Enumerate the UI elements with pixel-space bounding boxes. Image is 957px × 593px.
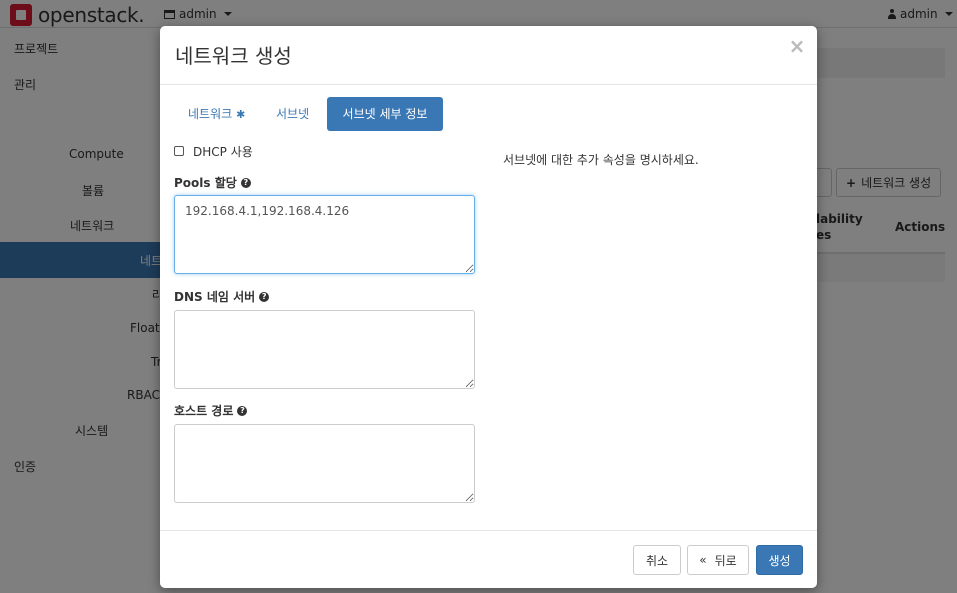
tab-network-label: 네트워크 (188, 107, 233, 121)
tab-network[interactable]: 네트워크 ✱ (174, 97, 259, 131)
host-routes-label: 호스트 경로 ? (174, 402, 248, 419)
dns-textarea[interactable] (174, 310, 475, 389)
modal-footer: 취소 « 뒤로 생성 (160, 530, 817, 588)
tab-subnet-details[interactable]: 서브넷 세부 정보 (327, 97, 443, 131)
back-button-label: 뒤로 (714, 553, 737, 568)
cancel-button-label: 취소 (645, 553, 669, 568)
dns-label: DNS 네임 서버 ? (174, 288, 270, 305)
double-chevron-left-icon: « (699, 553, 707, 567)
host-routes-label-text: 호스트 경로 (174, 404, 234, 418)
tab-subnet-label: 서브넷 (276, 107, 310, 121)
create-button[interactable]: 생성 (756, 545, 803, 575)
pools-textarea[interactable]: 192.168.4.1,192.168.4.126 (174, 195, 475, 274)
create-network-modal: 네트워크 생성 × 네트워크 ✱ 서브넷 서브넷 세부 정보 DHCP 사용 Po… (160, 26, 817, 588)
dns-label-text: DNS 네임 서버 (174, 290, 256, 304)
modal-header: 네트워크 생성 × (160, 26, 817, 85)
dhcp-label: DHCP 사용 (193, 145, 253, 159)
question-circle-icon[interactable]: ? (240, 177, 251, 188)
dhcp-checkbox[interactable] (174, 146, 184, 156)
tab-subnet[interactable]: 서브넷 (262, 97, 323, 131)
question-circle-icon[interactable]: ? (259, 291, 270, 302)
question-circle-icon[interactable]: ? (237, 405, 248, 416)
back-button[interactable]: « 뒤로 (687, 545, 749, 575)
close-icon[interactable]: × (788, 35, 806, 57)
cancel-button[interactable]: 취소 (633, 545, 681, 575)
help-text: 서브넷에 대한 추가 속성을 명시하세요. (503, 153, 699, 167)
pools-label-text: Pools 할당 (174, 176, 237, 190)
host-routes-textarea[interactable] (174, 424, 475, 503)
modal-title: 네트워크 생성 (175, 44, 292, 68)
create-button-label: 생성 (768, 553, 791, 568)
tab-subnet-details-label: 서브넷 세부 정보 (342, 107, 428, 121)
required-star-icon: ✱ (236, 108, 246, 121)
pools-label: Pools 할당 ? (174, 174, 251, 191)
